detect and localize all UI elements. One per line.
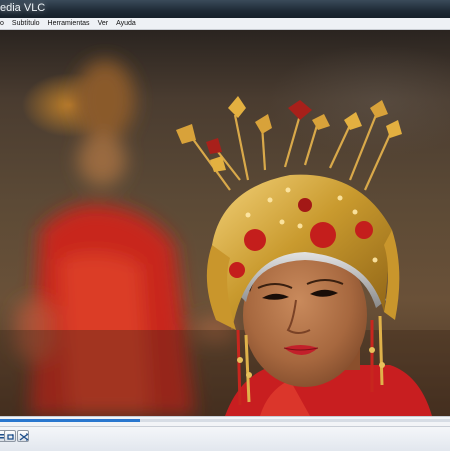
shuffle-button[interactable] bbox=[17, 430, 29, 442]
menu-item-view[interactable]: Ver bbox=[94, 18, 113, 29]
window-titlebar[interactable]: edia VLC bbox=[0, 0, 450, 19]
seek-track[interactable] bbox=[0, 419, 450, 422]
seek-progress bbox=[0, 419, 140, 422]
menu-bar: o Subtítulo Herramientas Ver Ayuda bbox=[0, 18, 450, 30]
menu-item-subtitle[interactable]: Subtítulo bbox=[8, 18, 44, 29]
control-bar bbox=[0, 426, 450, 451]
loop-button[interactable] bbox=[4, 430, 16, 442]
menu-item-partial[interactable]: o bbox=[0, 18, 8, 29]
window-title: edia VLC bbox=[0, 2, 46, 14]
menu-item-tools[interactable]: Herramientas bbox=[44, 18, 94, 29]
video-display[interactable] bbox=[0, 30, 450, 416]
video-frame-image bbox=[0, 60, 450, 416]
seek-bar[interactable] bbox=[0, 416, 450, 426]
menu-item-help[interactable]: Ayuda bbox=[112, 18, 140, 29]
